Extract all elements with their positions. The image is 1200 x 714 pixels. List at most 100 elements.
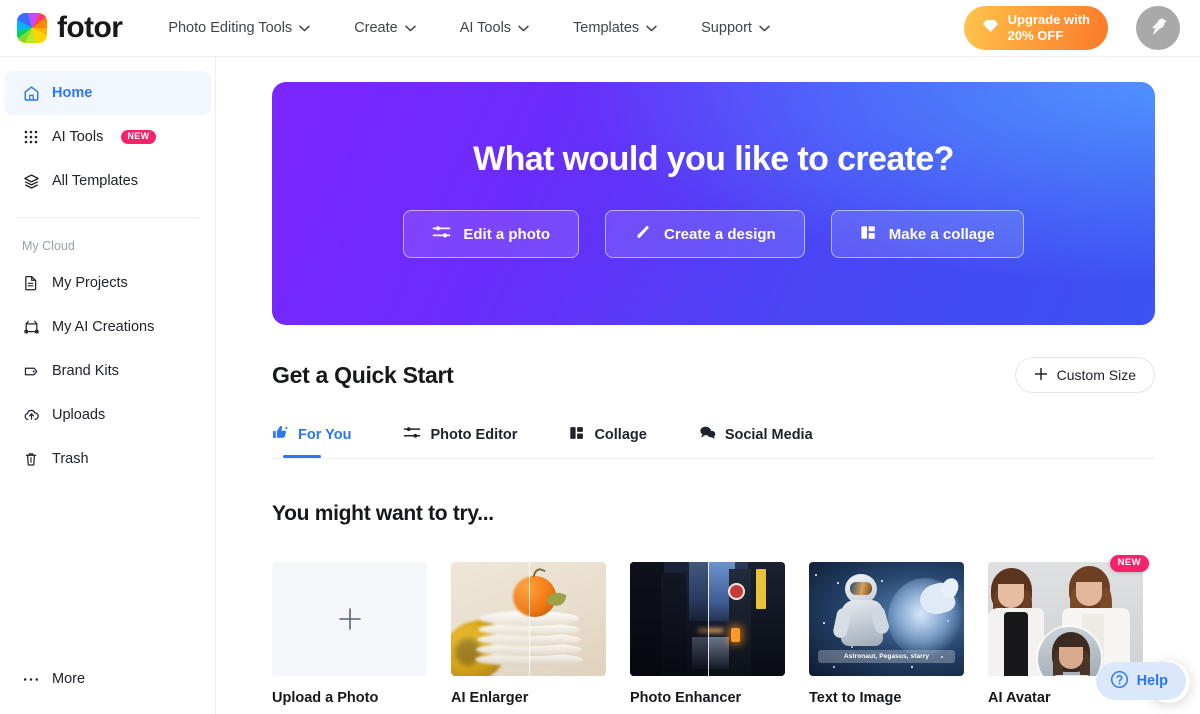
tab-photo-editor[interactable]: Photo Editor [403, 412, 517, 457]
bird-avatar-icon [1145, 13, 1171, 44]
fotor-color-wheel-logo [17, 13, 47, 43]
sidebar-item-brand-kits[interactable]: Brand Kits [4, 349, 211, 393]
main-nav: Photo Editing Tools Create AI Tools Temp… [168, 20, 770, 36]
brand-name: fotor [57, 11, 123, 44]
nav-label: Photo Editing Tools [168, 20, 293, 36]
document-icon [22, 274, 40, 292]
sliders-icon [432, 224, 451, 244]
upgrade-label: Upgrade with 20% OFF [1007, 12, 1090, 43]
card-label: AI Enlarger [451, 690, 529, 706]
sidebar-item-label: All Templates [52, 173, 138, 189]
tab-label: Social Media [724, 426, 813, 443]
edit-a-photo-button[interactable]: Edit a photo [403, 210, 580, 258]
sidebar-item-uploads[interactable]: Uploads [4, 393, 211, 437]
collage-icon [569, 425, 585, 445]
home-icon [22, 84, 40, 102]
nav-label: Create [354, 20, 398, 36]
sidebar-item-label: My Projects [52, 275, 128, 291]
quick-start-header: Get a Quick Start Custom Size [272, 357, 1155, 393]
card-thumbnail [272, 562, 427, 676]
card-text-to-image[interactable]: Astronaut, Pegasus, starry Text to Image [809, 562, 964, 706]
cloud-upload-icon [22, 406, 40, 424]
card-label: Text to Image [809, 690, 902, 706]
card-upload-a-photo[interactable]: Upload a Photo [272, 562, 427, 706]
sidebar-item-my-ai-creations[interactable]: My AI Creations [4, 305, 211, 349]
tab-label: For You [298, 426, 352, 443]
card-label: Upload a Photo [272, 690, 379, 706]
upgrade-button[interactable]: Upgrade with 20% OFF [963, 6, 1108, 50]
nav-item-templates[interactable]: Templates [573, 20, 657, 36]
nav-item-ai-tools[interactable]: AI Tools [460, 20, 529, 36]
try-section-title: You might want to try... [272, 502, 494, 525]
tag-icon [22, 362, 40, 380]
status-badge: NEW [1109, 555, 1149, 572]
card-thumbnail: Astronaut, Pegasus, starry [809, 562, 964, 676]
sidebar-section-caption: My Cloud [22, 239, 75, 253]
card-label: Photo Enhancer [630, 690, 742, 706]
text-to-image-prompt-caption: Astronaut, Pegasus, starry [818, 650, 955, 663]
help-label: Help [1136, 673, 1168, 689]
sidebar-item-trash[interactable]: Trash [4, 437, 211, 481]
sidebar-item-more[interactable]: More [4, 657, 211, 701]
custom-size-button[interactable]: Custom Size [1014, 357, 1155, 393]
diamond-icon [982, 19, 999, 38]
sidebar-item-label: Brand Kits [52, 363, 119, 379]
try-cards-carousel: Upload a Photo AI Enlarger Photo Enhance… [272, 555, 1149, 706]
sidebar-item-all-templates[interactable]: All Templates [4, 159, 211, 203]
trash-icon [22, 450, 40, 468]
sidebar-item-label: Uploads [52, 407, 106, 423]
hero-button-label: Make a collage [888, 225, 995, 243]
nav-item-create[interactable]: Create [354, 20, 416, 36]
sidebar-item-my-projects[interactable]: My Projects [4, 261, 211, 305]
sidebar-item-label: AI Tools [52, 129, 104, 145]
chevron-down-icon [518, 20, 529, 36]
hero-button-label: Edit a photo [463, 225, 551, 243]
card-ai-enlarger[interactable]: AI Enlarger [451, 562, 606, 706]
brand-logo-link[interactable]: fotor [17, 11, 123, 44]
tab-social-media[interactable]: Social Media [699, 412, 813, 457]
avatar[interactable] [1136, 6, 1180, 50]
custom-size-label: Custom Size [1056, 367, 1136, 383]
make-a-collage-button[interactable]: Make a collage [830, 210, 1024, 258]
hero-action-buttons: Edit a photo Create a design Make a coll… [272, 210, 1155, 258]
chevron-down-icon [404, 20, 416, 36]
card-thumbnail [451, 562, 606, 676]
sidebar-item-label: My AI Creations [52, 319, 155, 335]
card-thumbnail [630, 562, 785, 676]
tab-for-you[interactable]: For You [272, 412, 352, 458]
hero-button-label: Create a design [664, 225, 776, 243]
nav-item-photo-editing-tools[interactable]: Photo Editing Tools [168, 20, 310, 36]
top-header: fotor Photo Editing Tools Create AI Tool… [0, 0, 1200, 57]
chevron-down-icon [299, 20, 310, 36]
card-photo-enhancer[interactable]: Photo Enhancer [630, 562, 785, 706]
status-badge: NEW [121, 130, 156, 144]
ellipsis-icon [22, 670, 40, 688]
help-button[interactable]: Help [1095, 662, 1186, 700]
sidebar-item-home[interactable]: Home [4, 71, 211, 115]
sidebar-item-label: Trash [52, 451, 89, 467]
page-title: Get a Quick Start [272, 361, 454, 388]
sliders-icon [403, 425, 421, 444]
nav-label: AI Tools [459, 20, 512, 36]
nav-item-support[interactable]: Support [701, 20, 770, 36]
card-thumbnail [988, 562, 1143, 676]
main-content: What would you like to create? Edit a ph… [216, 57, 1200, 714]
thumbs-up-sparkle-icon [272, 424, 289, 445]
sidebar-divider [16, 217, 199, 218]
quick-start-tabs: For You Photo Editor Collage Social Medi… [272, 412, 1155, 459]
sidebar-item-label: Home [52, 85, 93, 101]
tab-collage[interactable]: Collage [569, 412, 647, 457]
magic-wand-icon [634, 223, 652, 245]
question-circle-icon [1110, 670, 1129, 693]
create-a-design-button[interactable]: Create a design [605, 210, 805, 258]
layers-icon [22, 172, 40, 190]
collage-icon [860, 224, 877, 245]
plus-icon [1034, 367, 1048, 384]
hero-banner: What would you like to create? Edit a ph… [272, 82, 1155, 325]
sidebar: Home AI Tools NEW All Templates My Cloud… [0, 57, 216, 714]
sidebar-item-ai-tools[interactable]: AI Tools NEW [4, 115, 211, 159]
nav-label: Support [701, 20, 752, 36]
avatar-overlay-thumbnail [1036, 625, 1103, 676]
ai-creations-icon [22, 318, 40, 336]
hero-title: What would you like to create? [473, 140, 954, 178]
